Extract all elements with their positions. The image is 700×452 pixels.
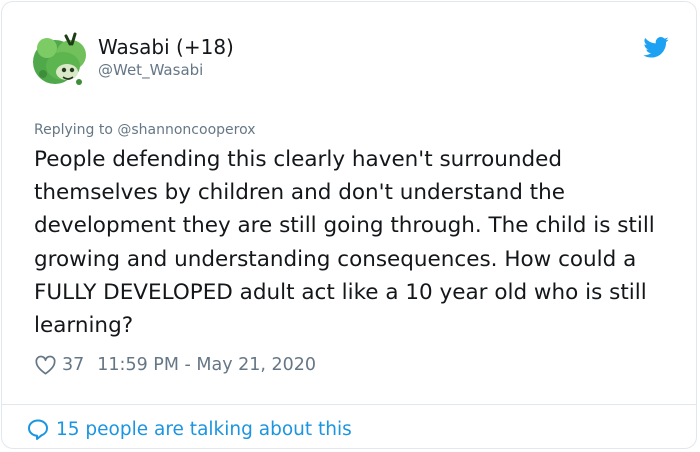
twitter-bird-icon[interactable]	[643, 37, 669, 58]
author-handle[interactable]: @Wet_Wasabi	[98, 60, 203, 80]
divider	[2, 404, 696, 405]
speech-bubble-icon	[28, 419, 48, 440]
heart-icon[interactable]	[34, 354, 57, 377]
conversation-link[interactable]: 15 people are talking about this	[26, 416, 352, 442]
author-display-name[interactable]: Wasabi (+18)	[98, 35, 234, 59]
timestamp[interactable]: 11:59 PM - May 21, 2020	[97, 355, 316, 375]
conversation-link-label[interactable]: 15 people are talking about this	[56, 419, 352, 440]
tweet-meta: 37 11:59 PM - May 21, 2020	[34, 352, 316, 378]
reply-context[interactable]: Replying to @shannoncooperox	[34, 120, 256, 140]
like-count[interactable]: 37	[62, 355, 84, 375]
avatar[interactable]	[33, 32, 89, 88]
tweet-card: Wasabi (+18) @Wet_Wasabi Replying to @sh…	[1, 1, 697, 449]
tweet-text: People defending this clearly haven't su…	[34, 147, 655, 339]
